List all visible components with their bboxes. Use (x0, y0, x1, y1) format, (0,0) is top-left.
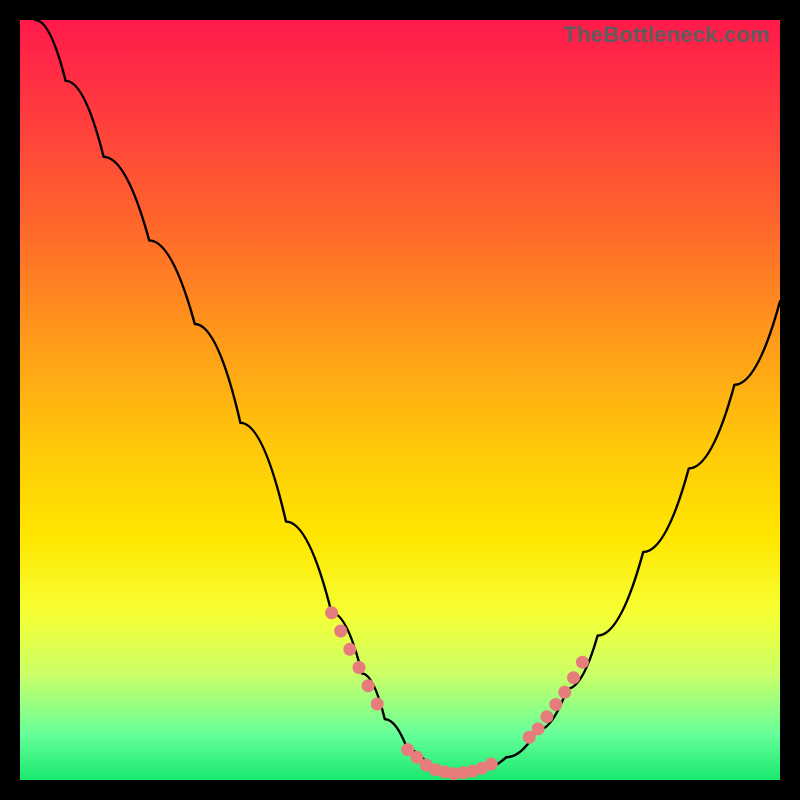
highlight-dot (558, 686, 571, 699)
highlight-dot (567, 671, 580, 684)
highlight-dot (325, 606, 338, 619)
highlight-dot (532, 722, 545, 735)
highlight-dot (576, 656, 589, 669)
curve-layer (20, 20, 780, 780)
highlight-dot (540, 710, 553, 723)
plot-area: TheBottleneck.com (20, 20, 780, 780)
chart-frame: TheBottleneck.com (0, 0, 800, 800)
highlight-dot (485, 758, 498, 771)
highlight-dot (334, 625, 347, 638)
highlight-dot (343, 643, 356, 656)
highlight-dot (362, 679, 375, 692)
highlight-dot (549, 698, 562, 711)
highlight-dot (353, 661, 366, 674)
highlight-dot (371, 698, 384, 711)
highlight-dots (325, 606, 589, 780)
bottleneck-curve (35, 20, 780, 774)
